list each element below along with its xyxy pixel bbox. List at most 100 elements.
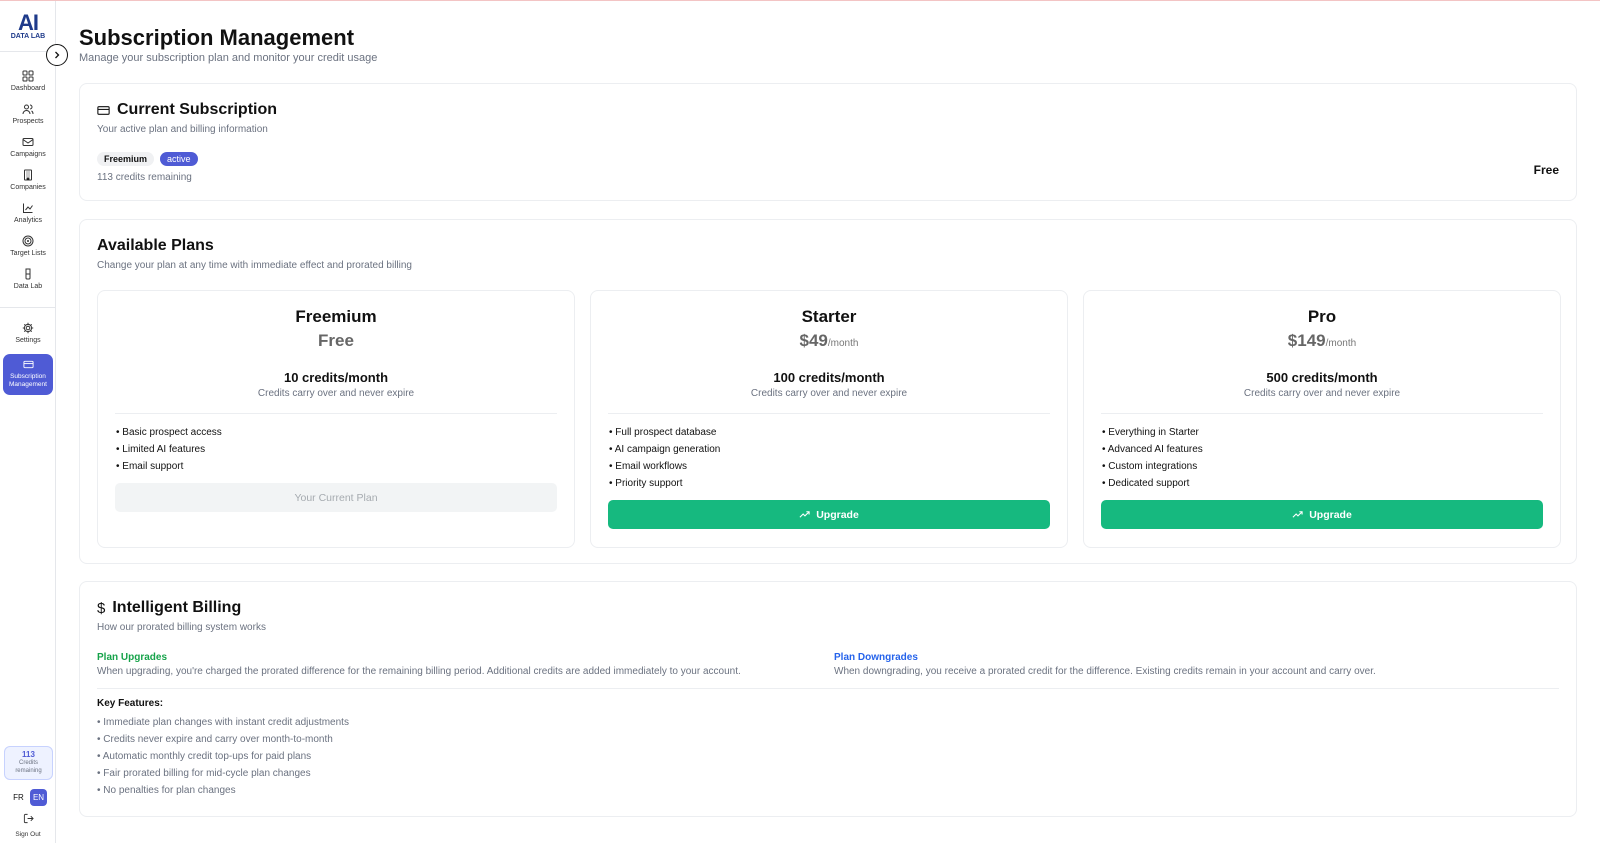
flask-icon	[25, 268, 31, 280]
plan-price: Free	[98, 331, 574, 351]
plan-name: Pro	[1307, 307, 1337, 326]
key-features-title: Key Features:	[97, 698, 164, 709]
page-title: Subscription Management	[79, 25, 355, 50]
credit-card-icon	[97, 105, 110, 115]
plan-downgrades-title: Plan Downgrades	[834, 652, 918, 663]
credits-label-line2: remaining	[15, 768, 42, 774]
sidebar-item-settings[interactable]: Settings	[4, 320, 52, 352]
current-plan-button[interactable]: Your Current Plan	[115, 483, 557, 512]
chart-line-icon	[23, 203, 33, 213]
upgrade-label: Upgrade	[1309, 508, 1352, 521]
plan-upgrades-title: Plan Upgrades	[97, 652, 168, 663]
mail-icon	[22, 138, 34, 146]
logout-icon	[23, 813, 34, 824]
list-item: • Immediate plan changes with instant cr…	[97, 717, 349, 728]
sidebar-item-label: Dashboard	[10, 85, 46, 92]
building-icon	[24, 169, 32, 181]
plan-carry-note: Credits carry over and never expire	[257, 388, 415, 399]
plan-downgrades-text: When downgrading, you receive a prorated…	[834, 666, 1376, 677]
page-subtitle: Manage your subscription plan and monito…	[79, 52, 378, 64]
chevron-right-icon	[55, 51, 60, 59]
sidebar-item-label: Subscription Management	[9, 373, 47, 389]
sidebar-item-data-lab[interactable]: Data Lab	[4, 266, 52, 298]
plan-price: $149/month	[1084, 331, 1560, 351]
plan-features: • Everything in Starter • Advanced AI fe…	[1102, 424, 1203, 492]
app-logo[interactable]: AI DATA LAB	[8, 10, 48, 41]
credits-label-line1: Credits	[18, 760, 38, 766]
list-item: • Fair prorated billing for mid-cycle pl…	[97, 768, 311, 779]
sidebar-item-prospects[interactable]: Prospects	[4, 101, 52, 133]
sidebar-item-label: Prospects	[12, 118, 44, 125]
available-plans-subtitle: Change your plan at any time with immedi…	[97, 260, 412, 271]
intelligent-billing-card: $ Intelligent Billing How our prorated b…	[79, 581, 1577, 817]
trending-up-icon	[1292, 511, 1303, 518]
nav-divider	[0, 307, 56, 308]
sidebar-item-label: Settings	[15, 337, 41, 344]
sidebar-item-campaigns[interactable]: Campaigns	[4, 134, 52, 166]
sidebar-item-label: Companies	[10, 184, 46, 191]
plan-badge: Freemium	[97, 152, 155, 166]
plan-features: • Full prospect database • AI campaign g…	[609, 424, 720, 492]
sidebar-item-dashboard[interactable]: Dashboard	[4, 68, 52, 100]
plan-name: Freemium	[295, 307, 377, 326]
plan-upgrades-text: When upgrading, you're charged the prora…	[97, 666, 741, 677]
key-features-list: • Immediate plan changes with instant cr…	[97, 714, 349, 799]
plan-price: $49/month	[591, 331, 1067, 351]
grid-icon	[22, 70, 34, 82]
sidebar-item-analytics[interactable]: Analytics	[4, 200, 52, 232]
current-subscription-subtitle: Your active plan and billing information	[97, 124, 268, 135]
list-item: • Full prospect database	[609, 427, 717, 438]
plan-price-value: $149	[1287, 331, 1326, 350]
list-item: • Dedicated support	[1102, 478, 1190, 489]
plan-carry-note: Credits carry over and never expire	[1243, 388, 1401, 399]
sidebar-toggle-button[interactable]	[46, 44, 68, 66]
plan-credits: 500 credits/month	[1266, 370, 1378, 385]
logo-sub: DATA LAB	[10, 33, 46, 40]
current-plan-price: Free	[1533, 163, 1559, 177]
plan-credits: 10 credits/month	[283, 370, 389, 385]
sidebar-item-label: Analytics	[13, 217, 42, 224]
plan-price-period: /month	[827, 338, 859, 349]
billing-divider	[97, 688, 1559, 689]
upgrade-pro-button[interactable]: Upgrade	[1101, 500, 1543, 529]
subscription-badges: Freemium active	[97, 152, 198, 166]
sidebar: AI DATA LAB Dashboard Prospects Campaign…	[0, 1, 56, 843]
logo-main: AI	[18, 10, 39, 35]
plan-divider	[1101, 413, 1543, 414]
sidebar-item-label: Data Lab	[13, 283, 43, 290]
current-subscription-title: Current Subscription	[97, 101, 277, 119]
available-plans-card: Available Plans Change your plan at any …	[79, 219, 1577, 564]
list-item: • Everything in Starter	[1102, 427, 1199, 438]
plan-price-value: Free	[318, 331, 354, 350]
plan-price-value: $49	[799, 331, 828, 350]
list-item: • No penalties for plan changes	[97, 785, 236, 796]
billing-subtitle: How our prorated billing system works	[97, 622, 266, 633]
language-switcher: FR EN	[10, 789, 47, 806]
status-badge: active	[160, 152, 198, 166]
plan-card-pro: Pro $149/month 500 credits/month Credits…	[1083, 290, 1561, 548]
trending-up-icon	[799, 511, 810, 518]
available-plans-title: Available Plans	[97, 237, 214, 254]
list-item: • Credits never expire and carry over mo…	[97, 734, 333, 745]
lang-fr-button[interactable]: FR	[10, 789, 27, 806]
plan-divider	[608, 413, 1050, 414]
list-item: • AI campaign generation	[609, 444, 721, 455]
credits-remaining-text: 113 credits remaining	[97, 172, 192, 183]
sidebar-item-label: Target Lists	[10, 250, 46, 257]
sidebar-item-target-lists[interactable]: Target Lists	[4, 233, 52, 265]
upgrade-starter-button[interactable]: Upgrade	[608, 500, 1050, 529]
sidebar-item-companies[interactable]: Companies	[4, 167, 52, 199]
sign-out-button[interactable]: Sign Out	[4, 811, 52, 838]
sidebar-item-label: Campaigns	[10, 151, 46, 158]
plan-price-period: /month	[1325, 338, 1357, 349]
current-subscription-card: Current Subscription Your active plan an…	[79, 83, 1577, 201]
list-item: • Basic prospect access	[116, 427, 222, 438]
plan-features: • Basic prospect access • Limited AI fea…	[116, 424, 222, 475]
sidebar-item-subscription-management[interactable]: Subscription Management	[3, 354, 53, 395]
lang-en-button[interactable]: EN	[30, 789, 47, 806]
credits-remaining-box: 113 Credits remaining	[4, 746, 53, 780]
plan-divider	[115, 413, 557, 414]
list-item: • Email support	[116, 461, 184, 472]
plan-carry-note: Credits carry over and never expire	[750, 388, 908, 399]
list-item: • Advanced AI features	[1102, 444, 1203, 455]
